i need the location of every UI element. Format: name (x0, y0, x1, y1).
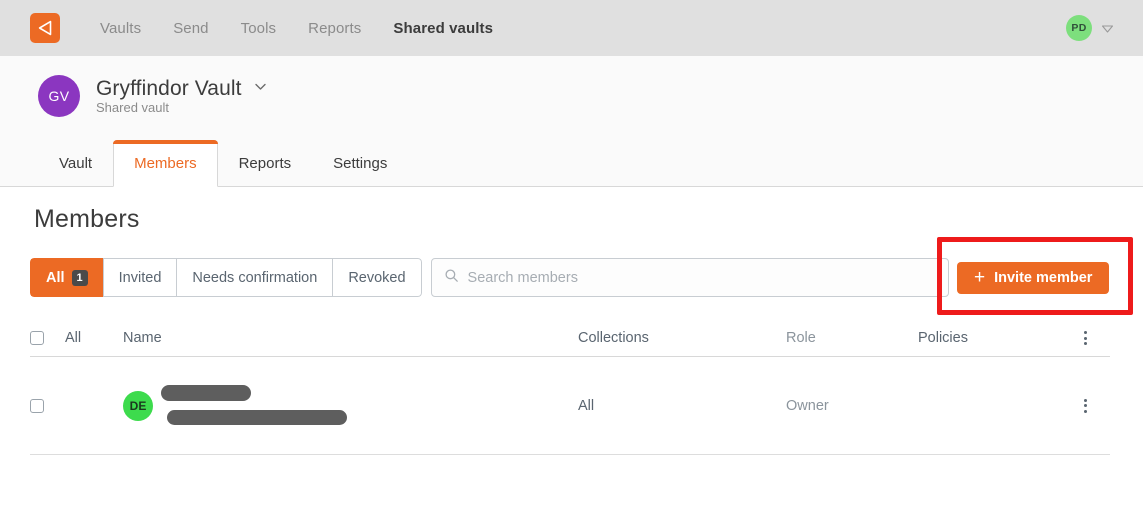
vault-tabs: Vault Members Reports Settings (38, 140, 408, 187)
row-member-cell: DE (123, 384, 578, 427)
nav-link-shared-vaults[interactable]: Shared vaults (377, 16, 509, 41)
app-logo[interactable] (28, 11, 62, 45)
search-input[interactable] (467, 269, 936, 286)
tab-vault[interactable]: Vault (38, 140, 113, 187)
invite-member-button[interactable]: + Invite member (957, 262, 1110, 294)
nav-link-reports[interactable]: Reports (292, 16, 377, 41)
header-name: Name (123, 330, 162, 346)
row-select-checkbox[interactable] (30, 398, 44, 413)
vertical-dots-icon[interactable] (1081, 396, 1090, 416)
avatar[interactable]: PD (1066, 15, 1092, 41)
nav-link-send[interactable]: Send (157, 16, 224, 41)
vault-avatar: GV (38, 75, 80, 117)
avatar: DE (123, 390, 153, 421)
vault-title-block: Gryffindor Vault Shared vault (96, 77, 269, 115)
status-filter-group: All 1 Invited Needs confirmation Revoked (30, 258, 422, 297)
row-role: Owner (786, 397, 829, 414)
filter-invited[interactable]: Invited (102, 258, 177, 297)
nav-link-tools[interactable]: Tools (225, 16, 293, 41)
members-toolbar: All 1 Invited Needs confirmation Revoked (30, 258, 949, 297)
filter-needs-confirmation-label: Needs confirmation (192, 269, 318, 286)
row-options-cell (1078, 396, 1110, 416)
search-icon (444, 268, 459, 288)
page-title: Gryffindor Vault (96, 77, 242, 100)
tab-reports[interactable]: Reports (218, 140, 313, 187)
vault-subtitle: Shared vault (96, 100, 169, 115)
row-collections: All (578, 397, 595, 414)
member-email-redacted (167, 409, 347, 425)
header-options-cell (1078, 328, 1110, 348)
vault-header: GV Gryffindor Vault Shared vault (0, 56, 1143, 136)
vault-tabs-bar: Vault Members Reports Settings (0, 136, 1143, 187)
filter-invited-label: Invited (118, 269, 162, 286)
member-name-redacted (161, 384, 251, 401)
vertical-dots-icon[interactable] (1081, 328, 1090, 348)
members-heading: Members (34, 205, 140, 233)
filter-revoked[interactable]: Revoked (332, 258, 422, 297)
header-policies: Policies (918, 330, 968, 346)
filter-revoked-label: Revoked (348, 269, 406, 286)
tab-members[interactable]: Members (113, 140, 218, 187)
nav-link-vaults[interactable]: Vaults (84, 16, 157, 41)
top-nav-links: Vaults Send Tools Reports Shared vaults (84, 16, 509, 41)
select-all-checkbox-cell (30, 331, 65, 345)
header-select-all: All (65, 330, 82, 346)
table-row: DE All Owner (30, 357, 1110, 455)
bitwarden-shield-icon (30, 13, 60, 43)
header-role: Role (786, 330, 816, 346)
filter-all-count: 1 (71, 269, 88, 286)
select-all-checkbox[interactable] (30, 331, 44, 345)
top-navigation-bar: Vaults Send Tools Reports Shared vaults … (0, 0, 1143, 56)
account-menu[interactable]: PD (1066, 0, 1115, 56)
chevron-down-icon[interactable] (252, 78, 269, 100)
invite-member-label: Invite member (994, 270, 1093, 286)
row-checkbox-cell (30, 398, 65, 413)
plus-icon: + (974, 266, 986, 288)
header-collections: Collections (578, 330, 649, 346)
table-header-row: All Name Collections Role Policies (30, 320, 1110, 357)
filter-needs-confirmation[interactable]: Needs confirmation (176, 258, 333, 297)
filter-all-label: All (46, 269, 65, 286)
filter-all[interactable]: All 1 (30, 258, 103, 297)
members-page: Members All 1 Invited Needs confirmation… (0, 187, 1143, 508)
row-member-identity (161, 384, 481, 427)
tab-settings[interactable]: Settings (312, 140, 408, 187)
chevron-down-icon[interactable] (1100, 21, 1115, 36)
search-box[interactable] (430, 258, 949, 297)
members-table: All Name Collections Role Policies DE Al… (30, 320, 1110, 455)
